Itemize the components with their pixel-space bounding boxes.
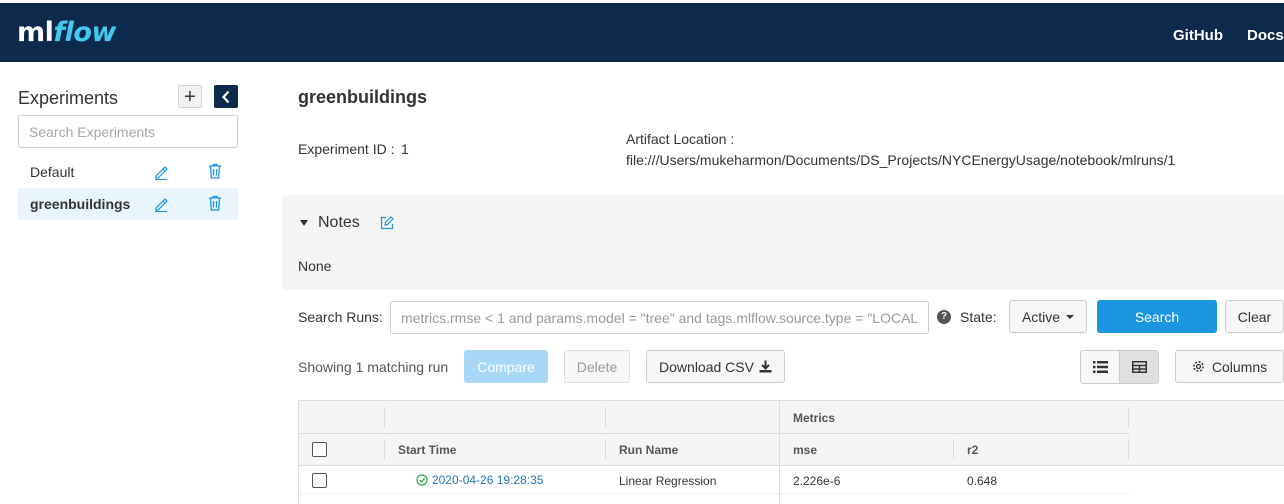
search-experiments-input[interactable] [18, 115, 238, 148]
download-csv-button[interactable]: Download CSV [646, 350, 785, 383]
column-divider [1128, 407, 1129, 427]
logo-flow: flow [53, 17, 116, 48]
run-start-time: 2020-04-26 19:28:35 [432, 473, 544, 487]
search-button[interactable]: Search [1097, 300, 1217, 333]
state-dropdown[interactable]: Active [1009, 300, 1087, 333]
column-divider [953, 439, 954, 459]
matching-runs-count: Showing 1 matching run [298, 359, 449, 375]
experiment-name: greenbuildings [30, 196, 131, 212]
run-name-cell: Linear Regression [619, 474, 717, 488]
nav-docs-link[interactable]: Docs [1247, 27, 1284, 44]
search-runs-input[interactable] [390, 301, 929, 334]
select-all-checkbox[interactable] [312, 442, 327, 457]
column-divider [605, 439, 606, 459]
artifact-location-value: file:///Users/mukeharmon/Documents/DS_Pr… [626, 152, 1176, 168]
notes-title[interactable]: Notes [318, 214, 360, 232]
collapse-sidebar-button[interactable] [214, 85, 238, 108]
trash-icon[interactable] [208, 195, 222, 211]
download-icon [759, 360, 772, 373]
column-divider [605, 407, 606, 427]
r2-cell: 0.648 [967, 474, 998, 488]
metrics-group-header: Metrics [793, 411, 836, 425]
pencil-icon[interactable] [154, 164, 168, 180]
list-icon [1092, 361, 1108, 373]
column-divider [1128, 439, 1129, 459]
column-divider [384, 407, 385, 427]
experiment-item-greenbuildings[interactable]: greenbuildings [18, 188, 238, 220]
download-csv-label: Download CSV [659, 358, 754, 375]
column-header-run-name[interactable]: Run Name [619, 443, 678, 457]
pencil-icon[interactable] [154, 196, 168, 212]
state-value: Active [1021, 308, 1061, 325]
experiment-id-value: 1 [401, 141, 409, 157]
view-toggle [1080, 350, 1159, 384]
experiment-title: greenbuildings [298, 87, 428, 107]
grid-icon [1131, 361, 1147, 373]
help-icon[interactable]: ? [937, 310, 951, 324]
caret-down-icon[interactable] [300, 220, 308, 226]
notes-body: None [298, 258, 332, 274]
mlflow-logo[interactable]: mlflow [17, 17, 116, 48]
table-row-divider [299, 493, 1129, 494]
column-divider [779, 401, 780, 504]
experiment-item-default[interactable]: Default [18, 156, 238, 188]
mse-cell: 2.226e-6 [793, 474, 841, 488]
column-header-r2[interactable]: r2 [967, 443, 978, 457]
chevron-left-icon [222, 90, 230, 103]
nav-github-link[interactable]: GitHub [1173, 27, 1223, 44]
delete-button[interactable]: Delete [564, 350, 630, 383]
plus-icon: + [184, 85, 196, 108]
top-navbar: mlflow GitHub Docs [0, 0, 1284, 62]
notes-section: Notes None [282, 195, 1284, 290]
columns-label: Columns [1211, 358, 1268, 375]
runs-table: Metrics Start Time Run Name mse r2 2020-… [298, 400, 1284, 504]
experiment-name: Default [30, 164, 75, 180]
column-header-start-time[interactable]: Start Time [398, 443, 456, 457]
search-runs-label: Search Runs: [298, 309, 383, 325]
grid-view-button[interactable] [1119, 351, 1158, 383]
logo-ml: ml [17, 17, 54, 48]
list-view-button[interactable] [1081, 351, 1119, 383]
check-circle-icon [416, 474, 428, 486]
add-experiment-button[interactable]: + [178, 85, 202, 108]
row-checkbox[interactable] [312, 473, 327, 488]
trash-icon[interactable] [208, 163, 222, 179]
compare-button[interactable]: Compare [464, 350, 548, 383]
experiments-heading: Experiments [18, 88, 119, 108]
edit-square-icon[interactable] [380, 216, 394, 230]
state-label: State: [960, 309, 997, 325]
column-header-mse[interactable]: mse [793, 443, 817, 457]
column-divider [384, 439, 385, 459]
columns-button[interactable]: Columns [1175, 350, 1284, 383]
gear-icon [1193, 361, 1204, 372]
chevron-down-icon [1066, 314, 1075, 319]
artifact-location-label: Artifact Location : [626, 131, 735, 147]
experiment-id-label: Experiment ID : [298, 141, 395, 157]
run-start-time-link[interactable]: 2020-04-26 19:28:35 [416, 473, 543, 487]
header-divider [299, 433, 1129, 434]
clear-button[interactable]: Clear [1225, 300, 1284, 333]
